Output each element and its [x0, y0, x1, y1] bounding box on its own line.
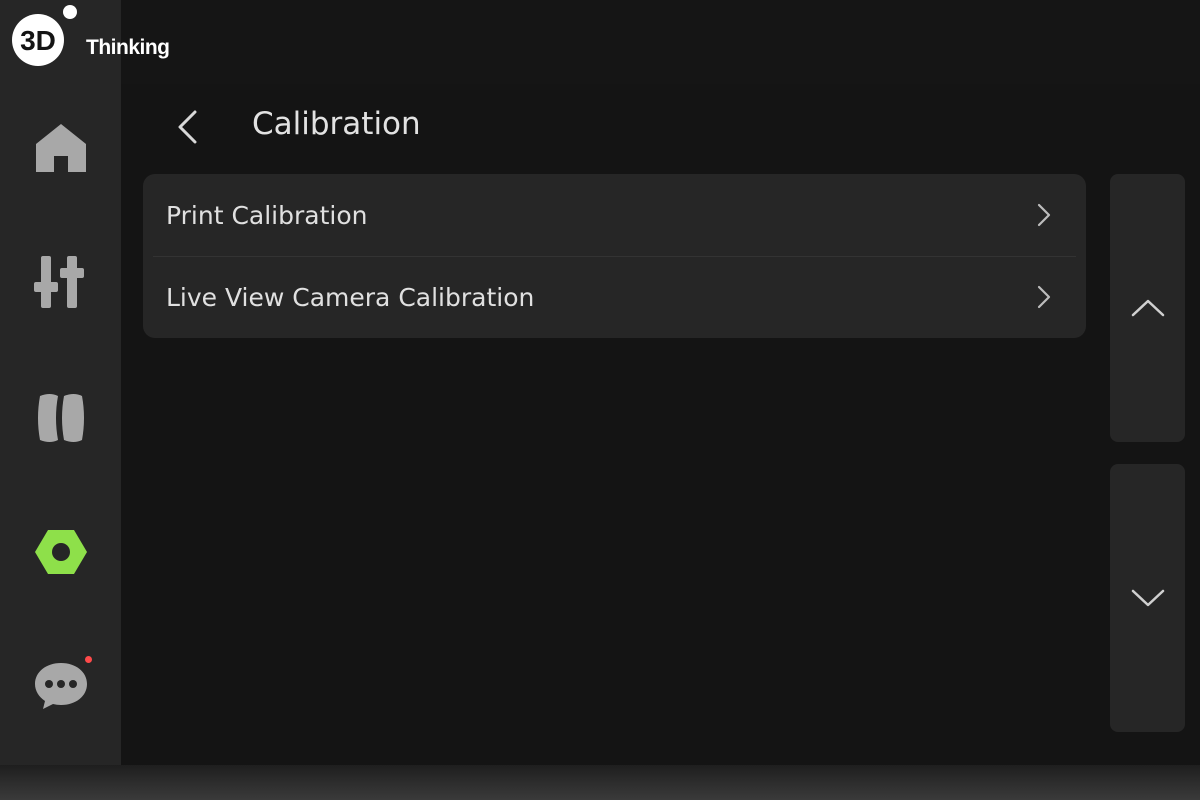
bottom-band [0, 765, 1200, 800]
chevron-up-icon [1131, 299, 1164, 317]
filament-spool-icon [37, 394, 84, 442]
sidebar-item-filament[interactable] [0, 368, 121, 468]
sidebar-item-messages[interactable] [0, 636, 121, 736]
printer-screen: 3D Thinking Calibration Print Calibratio… [0, 0, 1200, 800]
chevron-right-icon [1037, 285, 1051, 309]
sidebar [0, 0, 121, 765]
sidebar-item-controls[interactable] [0, 232, 121, 332]
back-button[interactable] [162, 102, 212, 152]
notification-dot [85, 656, 92, 663]
sidebar-item-settings[interactable] [0, 502, 121, 602]
home-icon [35, 124, 86, 172]
chevron-down-icon [1131, 589, 1164, 607]
chat-bubble-icon [34, 663, 87, 709]
menu-item-print-calibration[interactable]: Print Calibration [143, 174, 1086, 256]
svg-text:3D: 3D [20, 25, 56, 56]
logo-text: Thinking [86, 36, 170, 59]
menu-item-label: Live View Camera Calibration [166, 282, 535, 312]
menu-item-live-view-camera-calibration[interactable]: Live View Camera Calibration [143, 256, 1086, 338]
sidebar-item-home[interactable] [0, 98, 121, 198]
scroll-up-button[interactable] [1110, 174, 1185, 442]
scroll-down-button[interactable] [1110, 464, 1185, 732]
top-band [121, 0, 1200, 84]
calibration-menu: Print Calibration Live View Camera Calib… [143, 174, 1086, 338]
sliders-icon [33, 256, 84, 308]
chevron-left-icon [178, 110, 197, 144]
menu-item-label: Print Calibration [166, 200, 368, 230]
brand-logo: 3D Thinking [10, 4, 190, 74]
chevron-right-icon [1037, 203, 1051, 227]
logo-mark-icon: 3D [12, 5, 77, 66]
hex-nut-icon [34, 530, 87, 574]
page-title: Calibration [252, 106, 421, 142]
